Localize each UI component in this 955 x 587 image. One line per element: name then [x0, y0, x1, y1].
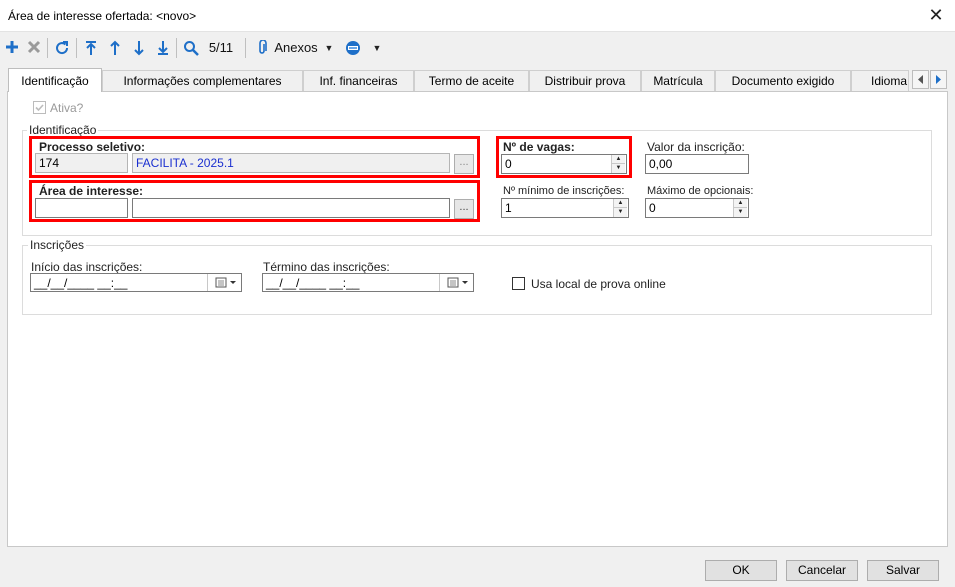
- add-icon[interactable]: [3, 38, 21, 58]
- window-title: Área de interesse ofertada: <novo>: [8, 9, 197, 23]
- next-record-icon[interactable]: [130, 38, 148, 58]
- tab-informacoes-complementares[interactable]: Informações complementares: [102, 70, 303, 91]
- inscricoes-group-label: Inscrições: [28, 238, 87, 252]
- minimo-inscricoes-value: 1: [505, 201, 512, 215]
- close-icon[interactable]: ✕: [925, 4, 947, 26]
- delete-icon[interactable]: [25, 38, 43, 58]
- termino-inscricoes-label: Término das inscrições:: [263, 260, 390, 274]
- search-icon[interactable]: [181, 38, 201, 58]
- title-bar: Área de interesse ofertada: <novo> ✕: [0, 0, 955, 32]
- processo-seletivo-highlight: [29, 136, 480, 178]
- previous-record-icon[interactable]: [106, 38, 124, 58]
- minimo-inscricoes-field[interactable]: 1 ▲ ▼: [501, 198, 629, 218]
- report-dropdown-icon[interactable]: ▼: [370, 38, 384, 58]
- maximo-opcionais-spinner[interactable]: ▲ ▼: [733, 199, 747, 217]
- maximo-opcionais-value: 0: [649, 201, 656, 215]
- record-position: 5/11: [208, 40, 234, 55]
- attachments-dropdown-icon[interactable]: ▼: [322, 38, 336, 58]
- valor-inscricao-label: Valor da inscrição:: [647, 140, 745, 154]
- tab-scroll-right-icon[interactable]: [930, 70, 947, 89]
- termino-inscricoes-field[interactable]: __/__/____ __:__: [262, 273, 474, 292]
- vagas-highlight: [496, 136, 632, 178]
- attachments-button[interactable]: Anexos: [272, 38, 320, 58]
- refresh-icon[interactable]: [53, 38, 71, 58]
- identificacao-group-label: Identificação: [27, 123, 99, 137]
- tab-idioma[interactable]: Idioma: [851, 70, 909, 91]
- paperclip-icon: [254, 38, 270, 58]
- inicio-inscricoes-value: __/__/____ __:__: [34, 276, 128, 290]
- maximo-opcionais-label: Máximo de opcionais:: [647, 185, 754, 197]
- minimo-inscricoes-label: Nº mínimo de inscrições:: [503, 185, 625, 197]
- termino-inscricoes-value: __/__/____ __:__: [266, 276, 360, 290]
- maximo-opcionais-field[interactable]: 0 ▲ ▼: [645, 198, 749, 218]
- inicio-inscricoes-label: Início das inscrições:: [31, 260, 143, 274]
- last-record-icon[interactable]: [154, 38, 172, 58]
- tab-documento-exigido[interactable]: Documento exigido: [715, 70, 851, 91]
- toolbar: 5/11 Anexos ▼ ▼: [0, 33, 955, 63]
- cancel-button[interactable]: Cancelar: [786, 560, 858, 581]
- first-record-icon[interactable]: [82, 38, 100, 58]
- save-button[interactable]: Salvar: [867, 560, 939, 581]
- area-interesse-highlight: [29, 180, 480, 222]
- usa-local-prova-online-checkbox[interactable]: [512, 277, 525, 290]
- tab-termo-de-aceite[interactable]: Termo de aceite: [414, 70, 529, 91]
- usa-local-prova-online-label: Usa local de prova online: [531, 277, 666, 291]
- identificacao-panel: Ativa? Identificação Processo seletivo: …: [7, 91, 948, 547]
- tab-identificacao[interactable]: Identificação: [8, 68, 102, 92]
- dialog-footer: OK Cancelar Salvar: [0, 547, 955, 587]
- inicio-calendar-icon[interactable]: [207, 274, 241, 291]
- tab-distribuir-prova[interactable]: Distribuir prova: [529, 70, 641, 91]
- tab-inf-financeiras[interactable]: Inf. financeiras: [303, 70, 414, 91]
- minimo-inscricoes-spinner[interactable]: ▲ ▼: [613, 199, 627, 217]
- ok-button[interactable]: OK: [705, 560, 777, 581]
- report-icon[interactable]: [342, 38, 364, 58]
- tab-matricula[interactable]: Matrícula: [641, 70, 715, 91]
- tab-scroll-left-icon[interactable]: [912, 70, 929, 89]
- valor-inscricao-field[interactable]: 0,00: [645, 154, 749, 174]
- ativa-checkbox[interactable]: [33, 101, 46, 114]
- termino-calendar-icon[interactable]: [439, 274, 473, 291]
- inicio-inscricoes-field[interactable]: __/__/____ __:__: [30, 273, 242, 292]
- tab-bar: Identificação Informações complementares…: [0, 68, 955, 92]
- ativa-label: Ativa?: [50, 101, 84, 115]
